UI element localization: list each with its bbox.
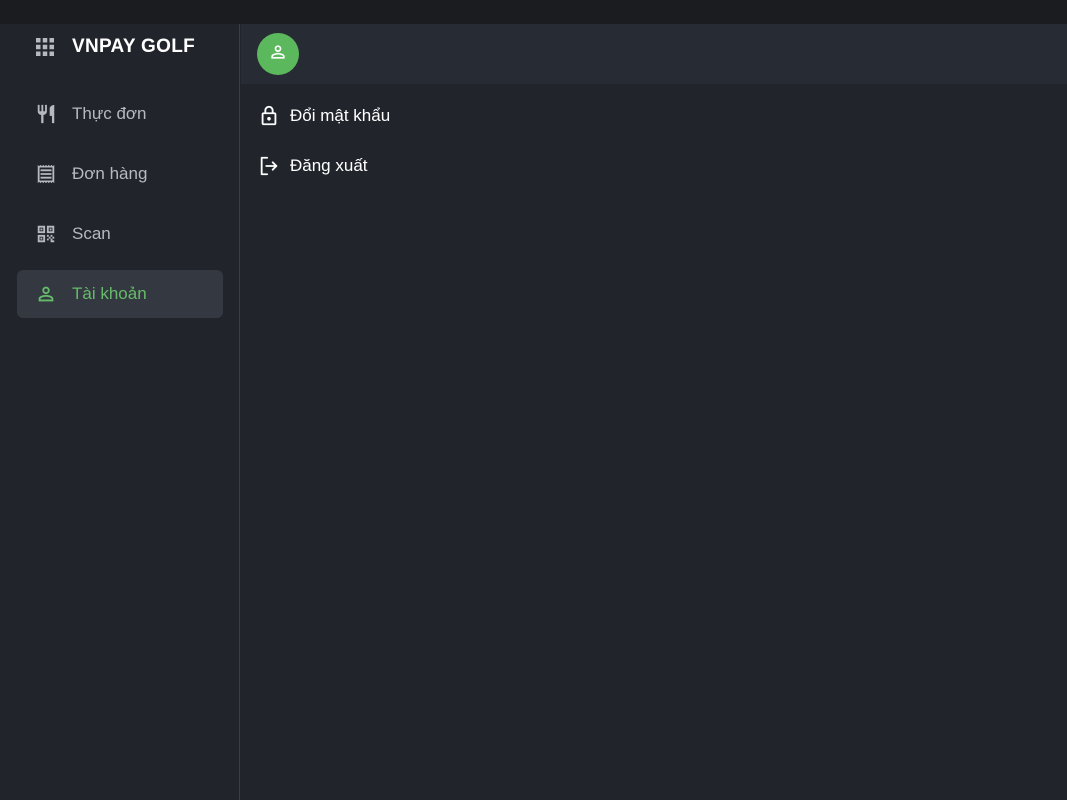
menu-item-label: Đăng xuất (290, 156, 368, 175)
sidebar-item-account[interactable]: Tài khoản (17, 270, 223, 318)
account-header (241, 24, 1067, 84)
menu-item-label: Đổi mật khẩu (290, 106, 391, 125)
sidebar-item-orders[interactable]: Đơn hàng (17, 150, 223, 198)
brand: VNPAY GOLF (34, 32, 195, 62)
sidebar: VNPAY GOLF Thực đơn Đơn hàng Scan Tài kh… (0, 24, 240, 800)
qr-scan-icon (34, 222, 58, 246)
sidebar-item-label: Thực đơn (72, 104, 147, 123)
sidebar-item-menu[interactable]: Thực đơn (17, 90, 223, 138)
sidebar-item-label: Tài khoản (72, 284, 147, 303)
sidebar-nav: Thực đơn Đơn hàng Scan Tài khoản (17, 90, 223, 330)
app-title: VNPAY GOLF (72, 36, 196, 57)
account-page: Đổi mật khẩu Đăng xuất (241, 24, 1067, 800)
avatar[interactable] (257, 33, 299, 75)
logout-button[interactable]: Đăng xuất (257, 149, 390, 183)
logout-icon (257, 154, 281, 178)
sidebar-item-scan[interactable]: Scan (17, 210, 223, 258)
system-status-bar (0, 0, 1067, 24)
lock-icon (257, 104, 281, 128)
receipt-icon (34, 162, 58, 186)
change-password-button[interactable]: Đổi mật khẩu (257, 99, 390, 133)
person-icon (34, 282, 58, 306)
sidebar-item-label: Scan (72, 224, 111, 243)
person-icon (268, 42, 288, 67)
fork-knife-icon (34, 102, 58, 126)
sidebar-item-label: Đơn hàng (72, 164, 148, 183)
account-menu: Đổi mật khẩu Đăng xuất (257, 99, 390, 199)
apps-grid-icon[interactable] (34, 36, 56, 58)
